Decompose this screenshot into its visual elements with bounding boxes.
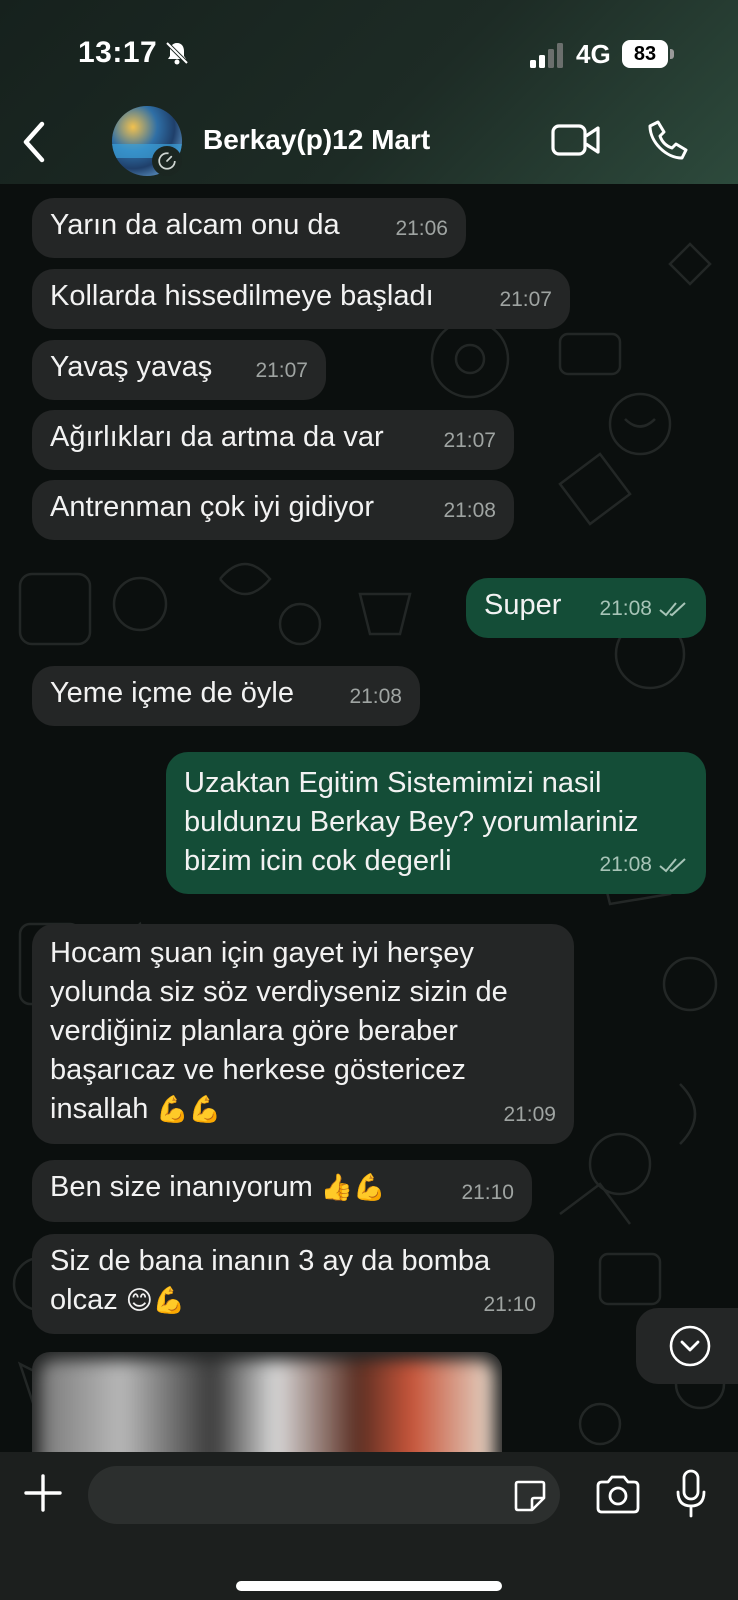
signal-icon bbox=[530, 43, 563, 68]
message-text: Antrenman çok iyi gidiyor bbox=[50, 491, 374, 523]
message-line: verdiğiniz planlara göre beraber bbox=[50, 1015, 458, 1047]
image-thumbnail bbox=[40, 1360, 494, 1452]
message-bubble-incoming[interactable]: Yarın da alcam onu da 21:06 bbox=[32, 198, 466, 258]
message-line: Uzaktan Egitim Sistemimizi nasil bbox=[184, 767, 602, 799]
message-meta: 21:08 bbox=[599, 845, 688, 884]
sticker-icon[interactable] bbox=[512, 1478, 548, 1514]
message-time: 21:08 bbox=[599, 597, 652, 620]
message-time: 21:10 bbox=[483, 1293, 536, 1316]
phone-icon[interactable] bbox=[646, 118, 690, 162]
message-line: Siz de bana inanın 3 ay da bomba bbox=[50, 1245, 491, 1277]
camera-icon[interactable] bbox=[594, 1474, 642, 1516]
message-time: 21:08 bbox=[443, 499, 496, 522]
message-bubble-incoming[interactable]: Hocam şuan için gayet iyi herşey yolunda… bbox=[32, 924, 574, 1144]
message-bubble-incoming[interactable]: Yavaş yavaş 21:07 bbox=[32, 340, 326, 400]
bell-slash-icon bbox=[165, 41, 189, 65]
message-line: Hocam şuan için gayet iyi herşey bbox=[50, 937, 474, 969]
message-text: Yarın da alcam onu da bbox=[50, 209, 340, 241]
chevron-left-icon[interactable] bbox=[12, 112, 62, 172]
contact-name[interactable]: Berkay(p)12 Mart bbox=[203, 124, 430, 156]
timer-badge-icon bbox=[152, 146, 182, 176]
scroll-to-bottom-button[interactable] bbox=[636, 1308, 738, 1384]
message-line-text: olcaz bbox=[50, 1284, 118, 1316]
message-text: Yavaş yavaş bbox=[50, 351, 213, 383]
double-check-read-icon bbox=[659, 857, 686, 872]
message-bubble-incoming[interactable]: Ağırlıkları da artma da var 21:07 bbox=[32, 410, 514, 470]
network-type: 4G bbox=[576, 39, 611, 69]
message-time: 21:07 bbox=[499, 288, 552, 311]
message-composer bbox=[0, 1452, 738, 1600]
message-time: 21:08 bbox=[599, 853, 652, 876]
message-line-text: insallah bbox=[50, 1093, 149, 1125]
smile-biceps-emoji: 😊💪 bbox=[125, 1286, 186, 1316]
message-bubble-incoming[interactable]: Yeme içme de öyle 21:08 bbox=[32, 666, 420, 726]
message-bubble-outgoing[interactable]: Super 21:08 bbox=[466, 578, 706, 638]
message-time: 21:08 bbox=[349, 685, 402, 708]
message-text: Kollarda hissedilmeye başladı bbox=[50, 280, 434, 312]
chat-nav-bar: Berkay(p)12 Mart bbox=[0, 100, 738, 184]
chat-header: 13:17 4G 83 Berkay(p)12 Mart bbox=[0, 0, 738, 184]
message-line: buldunzu Berkay Bey? yorumlariniz bbox=[184, 806, 639, 838]
message-bubble-incoming[interactable]: Ben size inanıyorum 👍💪 21:10 bbox=[32, 1160, 532, 1222]
plus-icon[interactable] bbox=[22, 1472, 64, 1514]
message-time: 21:07 bbox=[255, 359, 308, 382]
chat-area[interactable]: Yarın da alcam onu da 21:06 Kollarda his… bbox=[0, 184, 738, 1452]
message-text: Yeme içme de öyle bbox=[50, 677, 294, 709]
status-time: 13:17 bbox=[78, 36, 158, 69]
battery-icon: 83 bbox=[622, 40, 674, 68]
message-time: 21:06 bbox=[395, 217, 448, 240]
message-time: 21:10 bbox=[461, 1181, 514, 1204]
message-bubble-incoming[interactable]: Kollarda hissedilmeye başladı 21:07 bbox=[32, 269, 570, 329]
message-line: başarıcaz ve herkese göstericez bbox=[50, 1054, 466, 1086]
message-input[interactable] bbox=[88, 1466, 560, 1524]
message-text: Ben size inanıyorum bbox=[50, 1171, 313, 1203]
message-bubble-incoming[interactable]: Siz de bana inanın 3 ay da bomba olcaz 😊… bbox=[32, 1234, 554, 1334]
chevron-down-circle-icon bbox=[669, 1325, 711, 1367]
flexed-biceps-emoji: 💪💪 bbox=[156, 1095, 222, 1125]
message-text: Super bbox=[484, 589, 562, 621]
home-indicator[interactable] bbox=[236, 1581, 502, 1591]
image-message[interactable] bbox=[32, 1352, 502, 1452]
status-bar: 13:17 4G 83 bbox=[0, 0, 738, 100]
battery-tip bbox=[670, 49, 674, 59]
message-bubble-outgoing[interactable]: Uzaktan Egitim Sistemimizi nasil buldunz… bbox=[166, 752, 706, 894]
message-time: 21:09 bbox=[503, 1103, 556, 1126]
thumbs-up-biceps-emoji: 👍💪 bbox=[320, 1173, 386, 1203]
double-check-read-icon bbox=[659, 601, 686, 616]
battery-level: 83 bbox=[622, 40, 668, 68]
message-time: 21:07 bbox=[443, 429, 496, 452]
message-bubble-incoming[interactable]: Antrenman çok iyi gidiyor 21:08 bbox=[32, 480, 514, 540]
message-line: insallah 💪💪 bbox=[50, 1090, 556, 1130]
video-camera-icon[interactable] bbox=[550, 120, 602, 160]
message-text: Ağırlıkları da artma da var bbox=[50, 421, 384, 453]
message-line: olcaz 😊💪 bbox=[50, 1281, 536, 1321]
message-line: yolunda siz söz verdiyseniz sizin de bbox=[50, 976, 508, 1008]
message-meta: 21:08 bbox=[599, 589, 688, 628]
microphone-icon[interactable] bbox=[674, 1468, 708, 1520]
